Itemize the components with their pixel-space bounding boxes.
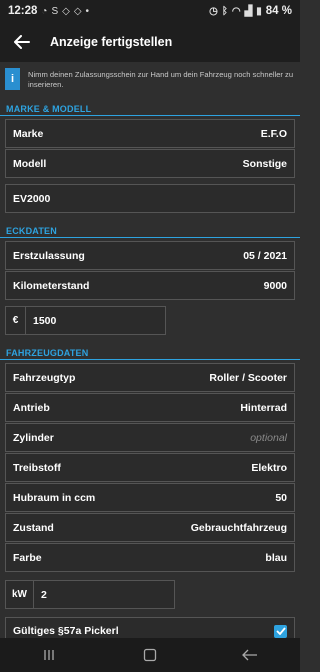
hubraum-row[interactable]: Hubraum in ccm 50 xyxy=(5,483,295,512)
checkmark-icon xyxy=(275,627,286,635)
home-icon xyxy=(143,648,157,662)
modell-text-value: EV2000 xyxy=(13,192,51,205)
pickerl-label: Gültiges §57a Pickerl xyxy=(13,625,119,637)
zylinder-label: Zylinder xyxy=(13,431,54,444)
pickerl-checkbox[interactable] xyxy=(274,624,287,638)
treibstoff-value: Elektro xyxy=(251,461,287,474)
kw-unit-label: kW xyxy=(6,581,34,608)
erstzulassung-value: 05 / 2021 xyxy=(243,249,287,262)
leistung-value: 2 xyxy=(41,588,47,601)
hubraum-label: Hubraum in ccm xyxy=(13,491,96,504)
zylinder-row[interactable]: Zylinder optional xyxy=(5,423,295,452)
section-header-marke-modell: MARKE & MODELL xyxy=(6,104,92,114)
euro-unit-label: € xyxy=(6,307,26,334)
whatsapp-icon: ◔ xyxy=(41,5,48,17)
antrieb-row[interactable]: Antrieb Hinterrad xyxy=(5,393,295,422)
back-arrow-icon xyxy=(242,649,257,661)
section-divider xyxy=(0,359,300,360)
status-bar: 12:28 ◔ S ◇ ◇ • ◷ ᛒ ◠ ▟ ▮ 84 % xyxy=(0,0,300,22)
section-header-eckdaten: ECKDATEN xyxy=(6,226,57,236)
modell-row[interactable]: Modell Sonstige xyxy=(5,149,295,178)
dot-icon: • xyxy=(85,5,90,17)
arrow-left-icon xyxy=(14,35,30,49)
marke-value: E.F.O xyxy=(260,127,287,140)
fahrzeugtyp-value: Roller / Scooter xyxy=(209,371,287,384)
form-content[interactable]: i Nimm deinen Zulassungsschein zur Hand … xyxy=(0,62,300,638)
snapchat-icon-2: ◇ xyxy=(73,5,82,17)
zylinder-placeholder: optional xyxy=(250,431,287,444)
back-button[interactable] xyxy=(2,22,42,62)
farbe-value: blau xyxy=(265,551,287,564)
info-icon: i xyxy=(5,68,20,90)
pickerl-row[interactable]: Gültiges §57a Pickerl xyxy=(5,617,295,638)
system-nav-bar xyxy=(0,638,300,672)
alarm-icon: ◷ xyxy=(209,5,218,17)
erstzulassung-label: Erstzulassung xyxy=(13,249,85,262)
section-divider xyxy=(0,237,300,238)
treibstoff-label: Treibstoff xyxy=(13,461,61,474)
home-button[interactable] xyxy=(130,638,170,672)
recent-apps-icon xyxy=(44,650,54,660)
app-bar: Anzeige fertigstellen xyxy=(0,22,300,62)
battery-icon: ▮ xyxy=(256,5,262,17)
price-input[interactable]: € 1500 xyxy=(5,306,166,335)
kilometerstand-value: 9000 xyxy=(263,279,287,292)
signal-icon: ▟ xyxy=(244,5,253,17)
price-value: 1500 xyxy=(33,314,57,327)
status-time: 12:28 xyxy=(8,5,38,17)
erstzulassung-row[interactable]: Erstzulassung 05 / 2021 xyxy=(5,241,295,270)
marke-label: Marke xyxy=(13,127,44,140)
page-title: Anzeige fertigstellen xyxy=(50,35,173,49)
s-app-icon: S xyxy=(51,5,59,17)
zustand-value: Gebrauchtfahrzeug xyxy=(190,521,287,534)
hubraum-value: 50 xyxy=(275,491,287,504)
kilometerstand-row[interactable]: Kilometerstand 9000 xyxy=(5,271,295,300)
recent-apps-button[interactable] xyxy=(30,638,70,672)
back-nav-button[interactable] xyxy=(230,638,270,672)
kilometerstand-label: Kilometerstand xyxy=(13,279,90,292)
battery-percent: 84 % xyxy=(265,5,292,17)
modell-text-input[interactable]: EV2000 xyxy=(5,184,295,213)
modell-value: Sonstige xyxy=(242,157,287,170)
farbe-row[interactable]: Farbe blau xyxy=(5,543,295,572)
farbe-label: Farbe xyxy=(13,551,42,564)
snapchat-icon: ◇ xyxy=(62,5,70,17)
section-header-fahrzeugdaten: FAHRZEUGDATEN xyxy=(6,348,89,358)
antrieb-value: Hinterrad xyxy=(240,401,287,414)
fahrzeugtyp-row[interactable]: Fahrzeugtyp Roller / Scooter xyxy=(5,363,295,392)
antrieb-label: Antrieb xyxy=(13,401,50,414)
fahrzeugtyp-label: Fahrzeugtyp xyxy=(13,371,76,384)
info-text: Nimm deinen Zulassungsschein zur Hand um… xyxy=(28,70,294,89)
zustand-row[interactable]: Zustand Gebrauchtfahrzeug xyxy=(5,513,295,542)
info-box: i Nimm deinen Zulassungsschein zur Hand … xyxy=(5,68,295,96)
zustand-label: Zustand xyxy=(13,521,54,534)
bluetooth-icon: ᛒ xyxy=(221,5,228,17)
wifi-icon: ◠ xyxy=(231,5,241,17)
treibstoff-row[interactable]: Treibstoff Elektro xyxy=(5,453,295,482)
section-divider xyxy=(0,115,300,116)
modell-label: Modell xyxy=(13,157,47,170)
marke-row[interactable]: Marke E.F.O xyxy=(5,119,295,148)
leistung-input[interactable]: kW 2 xyxy=(5,580,175,609)
